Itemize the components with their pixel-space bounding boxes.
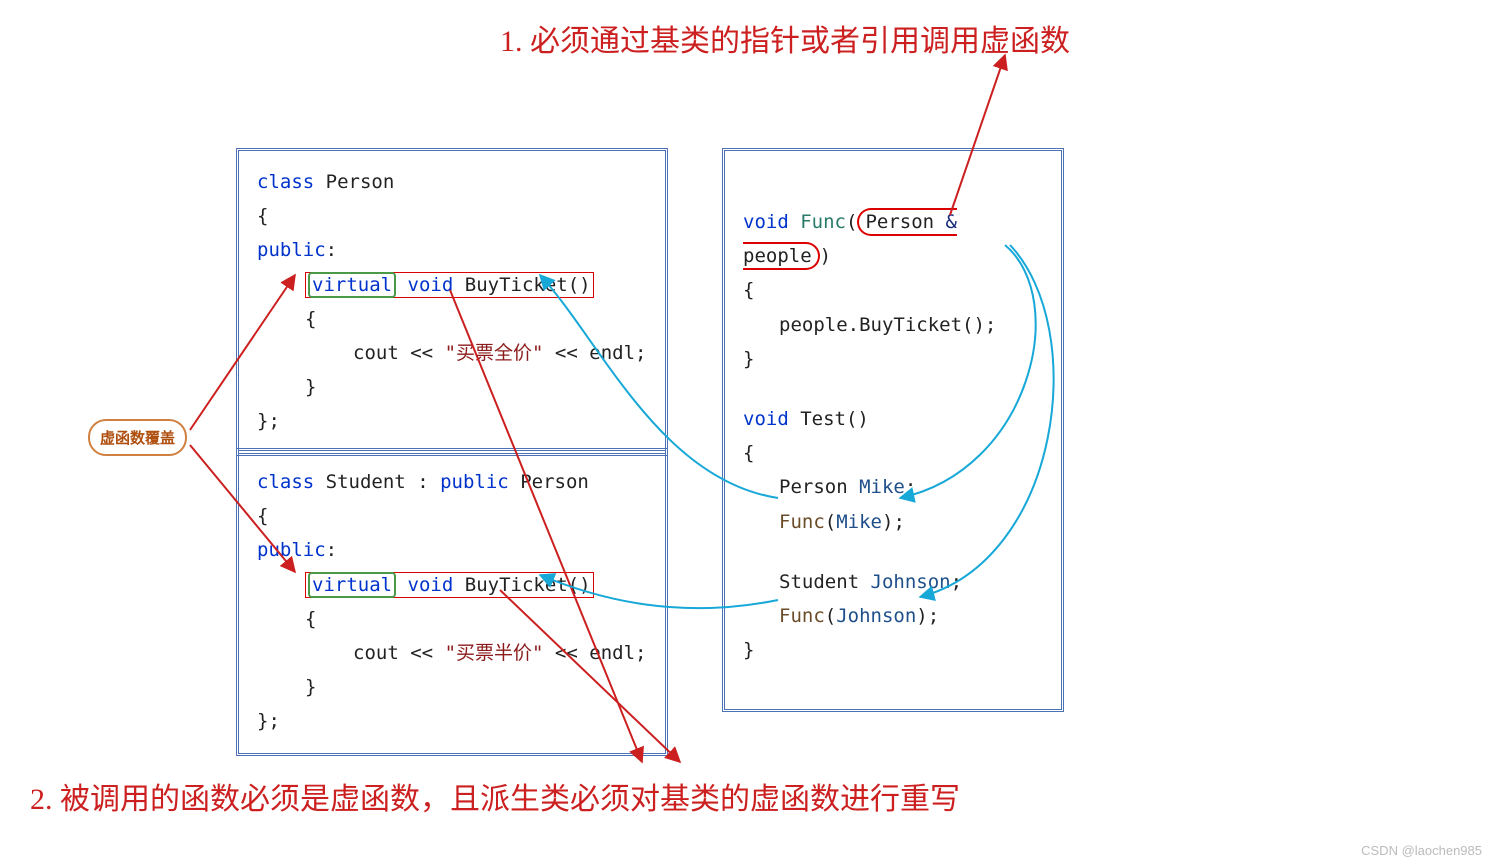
class-name-student: Student — [326, 471, 406, 493]
call-func2: Func — [779, 605, 825, 627]
param-name: people — [743, 245, 812, 267]
kw-public: public — [257, 239, 326, 261]
arg-johnson: Johnson — [836, 605, 916, 627]
arg-mike: Mike — [836, 511, 882, 533]
diagram-stage: 1. 必须通过基类的指针或者引用调用虚函数 2. 被调用的函数必须是虚函数，且派… — [0, 0, 1492, 864]
class-name-person: Person — [326, 171, 395, 193]
class-end: }; — [257, 704, 647, 738]
op-ins: << — [410, 642, 433, 664]
token-endl: endl — [589, 342, 635, 364]
codebox-func-test: void Func(Person & people) { people.BuyT… — [722, 148, 1064, 712]
lpar3: ( — [825, 605, 836, 627]
semi3: ; — [951, 571, 962, 593]
var-mike: Mike — [859, 476, 905, 498]
class-end: }; — [257, 404, 647, 438]
kw-public-inherit: public — [440, 471, 509, 493]
rpar: ) — [820, 245, 831, 267]
semi4: ; — [928, 605, 939, 627]
fn-name-func: Func — [800, 211, 846, 233]
lpar2: ( — [825, 511, 836, 533]
brace-close2: } — [743, 633, 1043, 667]
brace-close-fn: } — [257, 370, 647, 404]
annotation-bottom: 2. 被调用的函数必须是虚函数，且派生类必须对基类的虚函数进行重写 — [30, 774, 960, 818]
watermark: CSDN @laochen985 — [1361, 843, 1482, 858]
semi: ; — [905, 476, 916, 498]
brace-close-fn: } — [257, 670, 647, 704]
base-name: Person — [520, 471, 589, 493]
rpar3: ) — [916, 605, 927, 627]
kw-class: class — [257, 471, 314, 493]
kw-void: void — [408, 574, 454, 596]
kw-void: void — [743, 408, 789, 430]
brace-open: { — [257, 499, 647, 533]
call-func1: Func — [779, 511, 825, 533]
type-person: Person — [865, 211, 934, 233]
codebox-person: class Person { public: virtual void BuyT… — [236, 148, 668, 456]
op-ins2: << — [555, 642, 578, 664]
chip-override: 虚函数覆盖 — [88, 419, 187, 456]
annotation-top: 1. 必须通过基类的指针或者引用调用虚函数 — [500, 16, 1070, 60]
op-ins2: << — [555, 342, 578, 364]
kw-class: class — [257, 171, 314, 193]
kw-public: public — [257, 539, 326, 561]
fn-name: BuyTicket — [465, 274, 568, 296]
kw-virtual: virtual — [312, 574, 392, 596]
parens: () — [568, 274, 591, 296]
brace-open-fn: { — [257, 602, 647, 636]
brace-open: { — [257, 199, 647, 233]
brace-open2: { — [743, 436, 1043, 470]
call-obj: people — [779, 314, 848, 336]
semi2: ; — [893, 511, 904, 533]
fn-name-test: Test — [800, 408, 846, 430]
var-johnson: Johnson — [871, 571, 951, 593]
colon: : — [326, 239, 337, 261]
semicolon: ; — [635, 342, 646, 364]
type-person2: Person — [779, 476, 848, 498]
semicolon: ; — [635, 642, 646, 664]
brace-open: { — [743, 273, 1043, 307]
lpar: ( — [846, 211, 857, 233]
token-cout: cout — [353, 642, 399, 664]
amp: & — [946, 211, 957, 233]
virtual-decl-person: virtual void BuyTicket() — [305, 272, 594, 298]
token-cout: cout — [353, 342, 399, 364]
kw-virtual: virtual — [312, 274, 392, 296]
call-method: .BuyTicket(); — [848, 314, 997, 336]
fn-name: BuyTicket — [465, 574, 568, 596]
type-student: Student — [779, 571, 859, 593]
colon-inherit: : — [417, 471, 428, 493]
token-endl: endl — [589, 642, 635, 664]
op-ins: << — [410, 342, 433, 364]
rpar2: ) — [882, 511, 893, 533]
parens: () — [568, 574, 591, 596]
kw-void: void — [743, 211, 789, 233]
brace-open-fn: { — [257, 302, 647, 336]
virtual-decl-student: virtual void BuyTicket() — [305, 572, 594, 598]
brace-close: } — [743, 342, 1043, 376]
kw-void: void — [408, 274, 454, 296]
colon: : — [326, 539, 337, 561]
codebox-student: class Student : public Person { public: … — [236, 448, 668, 756]
parens: () — [846, 408, 869, 430]
string-lit: "买票全价" — [445, 342, 544, 364]
string-lit: "买票半价" — [445, 642, 544, 664]
